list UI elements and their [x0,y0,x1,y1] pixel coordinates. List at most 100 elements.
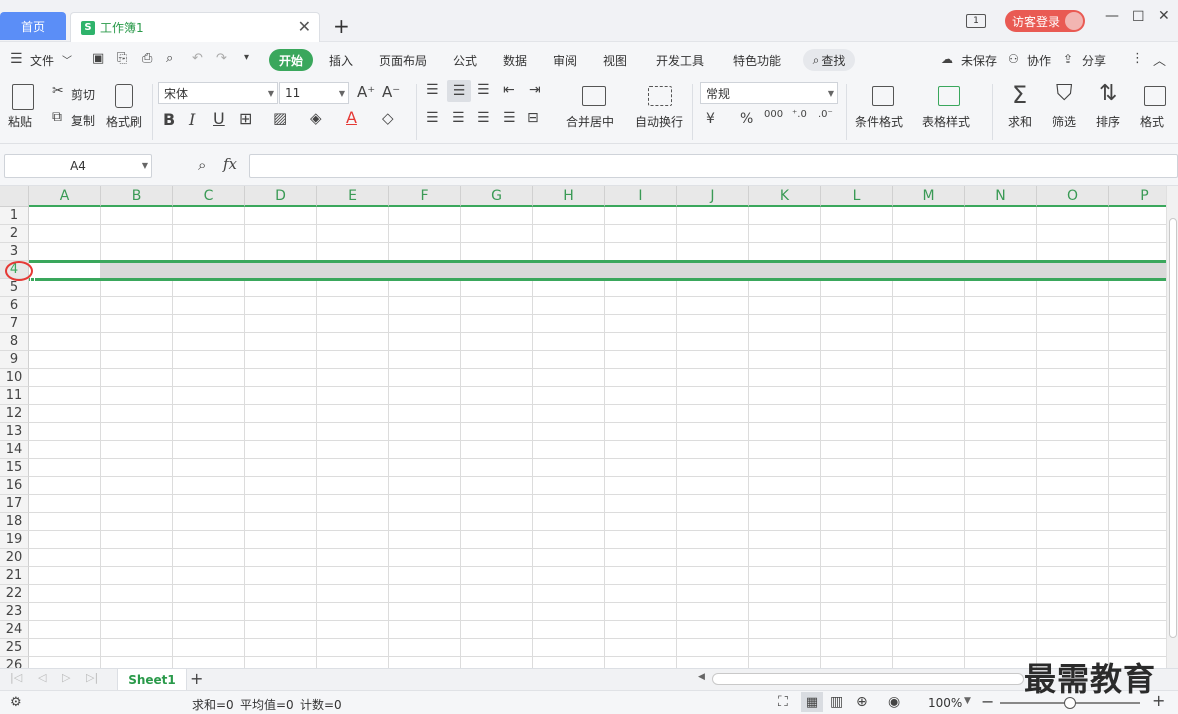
page-break-view-icon[interactable]: ▥ [830,694,843,710]
menu-file[interactable]: 文件 [30,52,54,69]
justify-icon[interactable]: ☰ [503,110,516,126]
print-preview-icon[interactable]: ⌕ [166,51,173,66]
menu-data[interactable]: 数据 [503,52,527,69]
column-header[interactable]: M [893,186,965,207]
copy-button[interactable]: 复制 [71,112,95,129]
number-format-select[interactable]: 常规 ▼ [700,82,838,104]
underline-icon[interactable]: U [213,109,225,128]
distribute-icon[interactable]: ⊟ [527,110,539,126]
collab-button[interactable]: 协作 [1027,52,1051,69]
fill-color-icon[interactable]: ◈ [310,109,322,127]
column-header[interactable]: G [461,186,533,207]
fill-style-icon[interactable]: ▨ [273,109,287,127]
row-header[interactable]: 5 [0,279,29,297]
export-icon[interactable]: ⎘ [117,51,127,66]
decrease-decimal-icon[interactable]: .0⁻ [818,109,833,120]
zoom-dropdown-icon[interactable]: ▼ [964,696,971,706]
percent-icon[interactable]: % [740,111,753,127]
eye-protection-icon[interactable]: ◉ [888,694,900,710]
font-name-select[interactable]: 宋体 ▼ [158,82,278,104]
macro-icon[interactable]: ⚙ [10,695,22,710]
row-header[interactable]: 6 [0,297,29,315]
row-header[interactable]: 26 [0,657,29,668]
row-header[interactable]: 7 [0,315,29,333]
currency-icon[interactable]: ¥ [706,111,715,127]
sum-button[interactable]: 求和 [1008,113,1032,130]
wrap-text-icon[interactable] [648,86,672,106]
name-box[interactable]: A4 ▼ [4,154,152,178]
row-header[interactable]: 22 [0,585,29,603]
wrap-text-button[interactable]: 自动换行 [635,113,683,130]
column-header[interactable]: E [317,186,389,207]
bold-icon[interactable]: B [163,110,175,129]
align-middle-icon[interactable]: ☰ [447,80,471,102]
row-header[interactable]: 21 [0,567,29,585]
conditional-format-button[interactable]: 条件格式 [855,113,903,130]
tab-workbook[interactable]: S 工作簿1 ✕ [70,12,320,42]
sheet-tab[interactable]: Sheet1 [117,669,187,691]
clear-icon[interactable]: ◇ [382,109,394,127]
select-all-corner[interactable] [0,186,29,207]
row-header[interactable]: 20 [0,549,29,567]
column-header[interactable]: F [389,186,461,207]
last-sheet-icon[interactable]: ▷| [86,671,98,684]
align-center-icon[interactable]: ☰ [452,110,465,126]
prev-sheet-icon[interactable]: ◁ [38,671,46,684]
hamburger-icon[interactable]: ☰ [10,51,23,67]
column-header[interactable]: N [965,186,1037,207]
row-header[interactable]: 1 [0,207,29,225]
menu-page-layout[interactable]: 页面布局 [379,52,427,69]
row-header[interactable]: 24 [0,621,29,639]
format-painter-icon[interactable] [115,84,133,108]
row-header[interactable]: 12 [0,405,29,423]
first-sheet-icon[interactable]: |◁ [10,671,22,684]
tab-home[interactable]: 首页 [0,12,66,40]
column-header[interactable]: D [245,186,317,207]
filter-icon[interactable]: ⛉ [1056,81,1073,106]
paste-button[interactable]: 粘贴 [8,113,32,130]
column-header[interactable]: H [533,186,605,207]
sort-icon[interactable]: ⇅ [1099,81,1117,106]
vertical-scroll-thumb[interactable] [1169,218,1177,638]
format-cells-icon[interactable] [1144,86,1166,106]
undo-icon[interactable]: ↶ [192,51,203,66]
font-color-icon[interactable]: A [346,108,357,127]
search-button[interactable]: ⌕ 查找 [803,49,855,71]
scissors-icon[interactable]: ✂ [52,83,64,99]
format-button[interactable]: 格式 [1140,113,1164,130]
reading-mode-icon[interactable]: ⊕ [856,694,868,710]
merge-center-button[interactable]: 合并居中 [566,113,614,130]
menu-special[interactable]: 特色功能 [733,52,781,69]
formula-input[interactable] [249,154,1178,178]
save-icon[interactable]: ▣ [92,51,104,66]
window-count-badge[interactable]: 1 [966,14,986,28]
conditional-format-icon[interactable] [872,86,894,106]
paste-icon[interactable] [12,84,34,110]
fullscreen-icon[interactable]: ⛶ [778,694,788,710]
normal-view-icon[interactable]: ▦ [801,692,823,712]
row-header[interactable]: 16 [0,477,29,495]
increase-font-icon[interactable]: A⁺ [357,83,375,101]
thousands-icon[interactable]: 000 [764,109,783,120]
collapse-ribbon-icon[interactable]: ︿ [1153,50,1166,69]
sort-button[interactable]: 排序 [1096,113,1120,130]
add-sheet-icon[interactable]: + [190,669,203,688]
increase-decimal-icon[interactable]: ⁺.0 [792,109,807,120]
row-header[interactable]: 23 [0,603,29,621]
fill-handle[interactable] [30,277,35,282]
scroll-left-icon[interactable]: ◀ [698,672,705,682]
customize-toolbar-icon[interactable]: ▾ [244,52,249,63]
cut-button[interactable]: 剪切 [71,86,95,103]
zoom-level[interactable]: 100% [928,696,962,710]
copy-icon[interactable]: ⧉ [52,109,62,125]
row-header[interactable]: 11 [0,387,29,405]
row-header[interactable]: 25 [0,639,29,657]
column-header[interactable]: B [101,186,173,207]
table-style-button[interactable]: 表格样式 [922,113,970,130]
menu-developer[interactable]: 开发工具 [656,52,704,69]
decrease-font-icon[interactable]: A⁻ [382,83,400,101]
column-header[interactable]: J [677,186,749,207]
row-header[interactable]: 9 [0,351,29,369]
row-header[interactable]: 15 [0,459,29,477]
menu-start[interactable]: 开始 [269,49,313,71]
